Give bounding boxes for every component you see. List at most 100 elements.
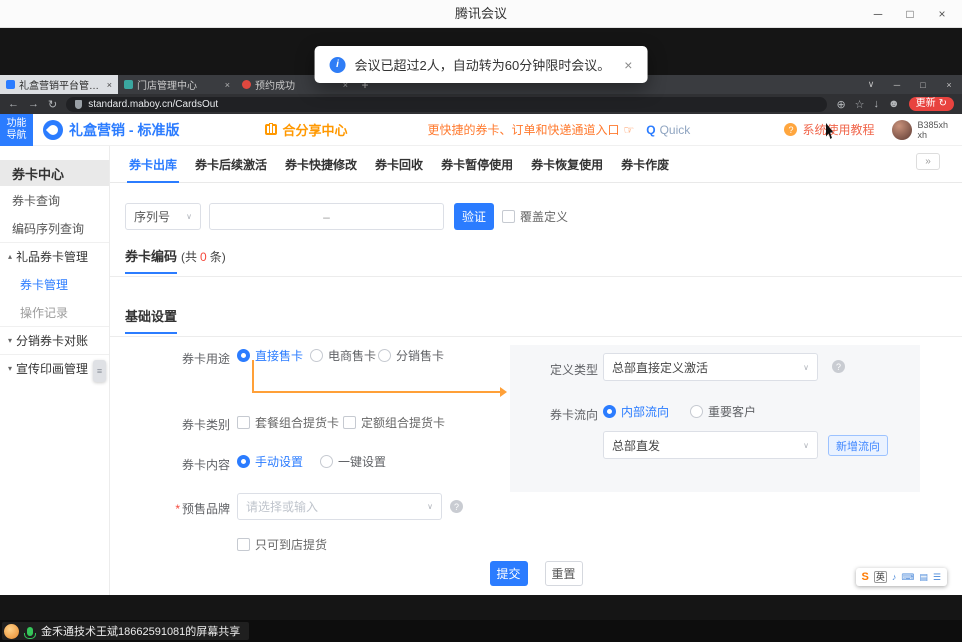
sidebar-group-gift-card-management[interactable]: ▴ 礼品券卡管理 <box>0 242 109 270</box>
chevron-down-icon: ∨ <box>427 502 433 511</box>
brand-name: 礼盒营销 - 标准版 <box>69 120 179 140</box>
download-icon[interactable]: ↓ <box>874 98 880 110</box>
screen-share-chip[interactable]: 金禾通技术王斌18662591081的屏幕共享 <box>2 622 249 640</box>
tab-card-outbound[interactable]: 券卡出库 <box>120 146 186 182</box>
meeting-toast: i 会议已超过2人，自动转为60分钟限时会议。 × <box>315 46 648 83</box>
help-icon[interactable]: ? <box>450 500 463 513</box>
sidebar-item-code-sequence-query[interactable]: 编码序列查询 <box>0 214 109 242</box>
radio-internal-flow[interactable]: 内部流向 <box>603 403 669 420</box>
plugin-logo-icon[interactable]: S <box>862 571 869 583</box>
verify-button[interactable]: 验证 <box>454 203 494 230</box>
plugin-language-badge[interactable]: 英 <box>874 571 887 583</box>
checkbox-package-combo-card[interactable]: 套餐组合提货卡 <box>237 414 339 431</box>
help-icon[interactable]: ? <box>832 360 845 373</box>
forward-icon[interactable]: → <box>28 98 39 110</box>
radio-ecommerce-sale[interactable]: 电商售卡 <box>310 347 376 364</box>
tab-close-icon[interactable]: × <box>107 80 112 90</box>
sidebar-item-operation-log[interactable]: 操作记录 <box>0 298 109 326</box>
submit-button[interactable]: 提交 <box>490 561 528 586</box>
checkbox-store-pickup-only[interactable]: 只可到店提货 <box>237 536 327 553</box>
form-footer: 提交 重置 <box>110 561 962 586</box>
define-type-select[interactable]: 总部直接定义激活 ∨ <box>603 353 818 381</box>
reload-icon[interactable]: ↻ <box>48 98 57 111</box>
close-button[interactable]: × <box>926 0 958 28</box>
profile-icon[interactable]: ☻ <box>888 98 900 110</box>
nav-toggle-button[interactable]: 功能导航 <box>0 114 33 146</box>
screen-share-bar: 金禾通技术王斌18662591081的屏幕共享 <box>0 620 962 642</box>
category-label: 券卡类别 <box>162 416 230 433</box>
radio-circle <box>690 405 703 418</box>
browser-tab-store[interactable]: 门店管理中心 × <box>118 75 236 94</box>
add-flow-button[interactable]: 新增流向 <box>828 435 888 456</box>
maximize-button[interactable]: □ <box>894 0 926 28</box>
address-bar[interactable]: standard.maboy.cn/CardsOut <box>66 97 827 112</box>
radio-distribution-sale[interactable]: 分销售卡 <box>378 347 444 364</box>
meeting-title: 腾讯会议 <box>455 0 507 28</box>
minimize-button[interactable]: ─ <box>862 0 894 28</box>
zoom-icon[interactable]: ⊕ <box>836 98 845 111</box>
flow-connector-line <box>252 360 254 393</box>
checkbox-fixed-combo-card[interactable]: 定额组合提货卡 <box>343 414 445 431</box>
user-badge[interactable]: B385xh xh <box>892 120 948 140</box>
plugin-menu-icon[interactable]: ☰ <box>933 572 941 583</box>
reset-button[interactable]: 重置 <box>545 561 583 586</box>
tab-card-void[interactable]: 券卡作废 <box>612 146 678 182</box>
browser-menu-icon[interactable]: ∨ <box>858 75 884 94</box>
chevron-down-icon: ∨ <box>803 363 809 372</box>
share-center-link[interactable]: 合分享中心 <box>265 120 347 139</box>
divider <box>110 336 962 337</box>
browser-update-button[interactable]: 更新 ↻ <box>909 97 954 111</box>
quick-search[interactable]: Q Quick <box>646 123 690 137</box>
collapse-icon: ▴ <box>8 252 12 261</box>
checkbox-box <box>237 538 250 551</box>
radio-one-click-setup[interactable]: 一键设置 <box>320 453 386 470</box>
presale-brand-select[interactable]: 请选择或输入 ∨ <box>237 493 442 520</box>
browser-tab-marketing[interactable]: 礼盒营销平台管理中心 × <box>0 75 118 94</box>
browser-close-button[interactable]: × <box>936 75 962 94</box>
browser-window-controls: ∨ ─ □ × <box>858 75 962 94</box>
serial-type-select[interactable]: 序列号 ∨ <box>125 203 201 230</box>
browser-maximize-button[interactable]: □ <box>910 75 936 94</box>
brand: 礼盒营销 - 标准版 <box>43 120 179 140</box>
usage-label: 券卡用途 <box>162 350 230 367</box>
radio-circle <box>237 455 250 468</box>
share-status-text: 金禾通技术王斌18662591081的屏幕共享 <box>41 623 240 639</box>
radio-circle <box>320 455 333 468</box>
radio-direct-sale[interactable]: 直接售卡 <box>237 347 303 364</box>
bookmark-star-icon[interactable]: ☆ <box>855 98 865 111</box>
plugin-grid-icon[interactable]: ▤ <box>919 572 928 583</box>
checkbox-box <box>343 416 356 429</box>
tab-card-activate[interactable]: 券卡后续激活 <box>186 146 276 182</box>
back-icon[interactable]: ← <box>8 98 19 110</box>
flow-target-select[interactable]: 总部直发 ∨ <box>603 431 818 459</box>
toast-close-icon[interactable]: × <box>624 57 632 73</box>
toast-message: 会议已超过2人，自动转为60分钟限时会议。 <box>355 55 611 74</box>
radio-important-customer[interactable]: 重要客户 <box>690 403 756 420</box>
sidebar-collapse-handle[interactable]: ≡ <box>93 360 106 382</box>
plugin-keyboard-icon[interactable]: ⌨ <box>901 572 914 583</box>
radio-circle <box>378 349 391 362</box>
radio-circle <box>603 405 616 418</box>
checkbox-box <box>237 416 250 429</box>
tab-card-quick-edit[interactable]: 券卡快捷修改 <box>276 146 366 182</box>
sidebar-group-distribution-reconciliation[interactable]: ▾ 分销券卡对账 <box>0 326 109 354</box>
tab-card-resume[interactable]: 券卡恢复使用 <box>522 146 612 182</box>
radio-manual-setup[interactable]: 手动设置 <box>237 453 303 470</box>
sidebar-item-card-management[interactable]: 券卡管理 <box>0 270 109 298</box>
presale-brand-label: *预售品牌 <box>154 500 230 517</box>
app-header: 功能导航 礼盒营销 - 标准版 合分享中心 更快捷的券卡、订单和快递通道入口 ☞… <box>0 114 962 146</box>
plugin-audio-icon[interactable]: ♪ <box>892 572 897 582</box>
avatar <box>892 120 912 140</box>
serial-range-input[interactable]: – <box>209 203 444 230</box>
tab-card-recycle[interactable]: 券卡回收 <box>366 146 432 182</box>
override-define-checkbox[interactable]: 覆盖定义 <box>502 208 568 225</box>
promo-link[interactable]: 更快捷的券卡、订单和快递通道入口 ☞ <box>427 121 634 138</box>
sidebar-item-card-query[interactable]: 券卡查询 <box>0 186 109 214</box>
tab-card-pause[interactable]: 券卡暂停使用 <box>432 146 522 182</box>
window-controls: ─ □ × <box>862 0 958 28</box>
browser-minimize-button[interactable]: ─ <box>884 75 910 94</box>
user-suffix: xh <box>917 130 927 140</box>
tab-close-icon[interactable]: × <box>225 80 230 90</box>
panel-collapse-button[interactable]: » <box>916 153 940 170</box>
brand-logo-icon <box>43 120 63 140</box>
